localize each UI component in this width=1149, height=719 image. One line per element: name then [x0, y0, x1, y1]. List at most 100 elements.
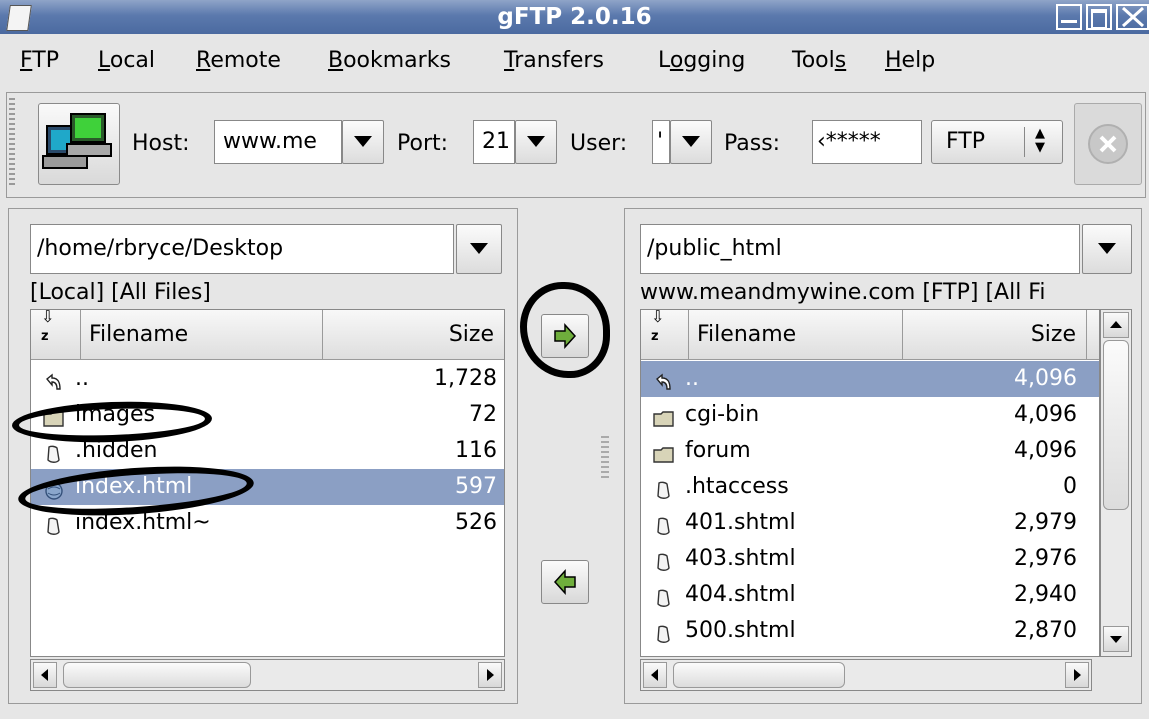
scroll-left-icon[interactable]	[33, 662, 57, 688]
scroll-right-icon[interactable]	[478, 662, 502, 688]
menu-transfers[interactable]: Transfers	[504, 48, 604, 73]
scroll-left-icon[interactable]	[643, 662, 667, 688]
file-name: 404.shtml	[685, 582, 796, 607]
sort-order-button[interactable]: ⇩ z	[31, 310, 81, 360]
file-name: ..	[75, 366, 89, 391]
file-icon	[653, 513, 673, 535]
menu-remote[interactable]: Remote	[196, 48, 281, 73]
remote-vertical-scrollbar[interactable]	[1100, 309, 1132, 657]
user-history-dropdown[interactable]	[670, 120, 712, 164]
menu-help[interactable]: Help	[885, 48, 935, 73]
file-name: 500.shtml	[685, 618, 796, 643]
file-size: 2,940	[1014, 582, 1077, 607]
file-row[interactable]: 403.shtml 2,976	[641, 541, 1099, 577]
remote-size-header[interactable]: Size	[903, 310, 1087, 360]
minimize-button[interactable]	[1056, 4, 1082, 30]
file-row[interactable]: 500.shtml 2,870	[641, 613, 1099, 649]
disconnect-button[interactable]	[1074, 103, 1142, 185]
menu-ftp[interactable]: FTP	[20, 48, 59, 73]
maximize-icon	[1091, 9, 1107, 29]
scroll-thumb[interactable]	[63, 662, 251, 688]
file-size: 72	[469, 402, 497, 427]
file-icon	[653, 549, 673, 571]
file-size: 4,096	[1014, 402, 1077, 427]
file-size: 2,976	[1014, 546, 1077, 571]
scroll-right-icon[interactable]	[1065, 662, 1089, 688]
chevron-down-icon	[527, 136, 545, 147]
file-name: forum	[685, 438, 751, 463]
host-history-dropdown[interactable]	[342, 120, 384, 164]
pane-splitter[interactable]	[601, 436, 609, 480]
local-path-field[interactable]: /home/rbryce/Desktop	[30, 224, 454, 274]
remote-filename-header[interactable]: Filename	[689, 310, 903, 360]
file-icon	[43, 513, 63, 535]
file-size: 597	[455, 474, 497, 499]
close-icon	[1121, 6, 1144, 28]
file-icon	[653, 585, 673, 607]
folder-icon	[653, 405, 674, 427]
local-horizontal-scrollbar[interactable]	[30, 659, 505, 691]
file-row[interactable]: cgi-bin 4,096	[641, 397, 1099, 433]
remote-path-field[interactable]: /public_html	[640, 224, 1080, 274]
protocol-value: FTP	[946, 129, 985, 154]
chevron-down-icon	[1098, 243, 1116, 254]
scroll-up-icon[interactable]	[1103, 312, 1129, 338]
up-dir-icon	[43, 369, 63, 390]
remote-horizontal-scrollbar[interactable]	[640, 659, 1092, 691]
port-field[interactable]: 21	[473, 120, 515, 164]
download-button[interactable]	[541, 560, 589, 604]
host-field[interactable]: www.me	[214, 120, 342, 164]
scroll-thumb[interactable]	[1103, 340, 1129, 510]
menu-logging[interactable]: Logging	[658, 48, 745, 73]
connect-button[interactable]	[38, 103, 120, 185]
file-name: 401.shtml	[685, 510, 796, 535]
chevron-down-icon	[470, 243, 488, 254]
toolbar-grip[interactable]	[9, 98, 15, 188]
arrow-left-icon	[553, 569, 576, 595]
file-size: 1,728	[434, 366, 497, 391]
folder-icon	[653, 441, 674, 463]
file-name: 403.shtml	[685, 546, 796, 571]
window-title: gFTP 2.0.16	[497, 4, 652, 30]
local-filename-header[interactable]: Filename	[81, 310, 323, 360]
sort-order-button[interactable]: ⇩ z	[641, 310, 689, 360]
marker-circle-upload-button	[520, 282, 610, 378]
port-history-dropdown[interactable]	[515, 120, 557, 164]
local-size-header[interactable]: Size	[323, 310, 504, 360]
scroll-thumb[interactable]	[673, 662, 845, 688]
connect-computers-icon	[42, 113, 112, 169]
remote-status-label: www.meandmywine.com [FTP] [All Fi	[640, 280, 1046, 305]
file-size: 526	[455, 510, 497, 535]
scroll-down-icon[interactable]	[1103, 626, 1129, 652]
menu-tools[interactable]: Tools	[792, 48, 846, 73]
close-window-button[interactable]	[1116, 4, 1149, 30]
local-status-label: [Local] [All Files]	[30, 280, 211, 305]
remote-path-dropdown[interactable]	[1082, 224, 1132, 274]
host-label: Host:	[132, 131, 190, 156]
sort-icon: ⇩ z	[41, 309, 55, 344]
remote-extra-header[interactable]	[1087, 310, 1099, 360]
file-size: 116	[455, 438, 497, 463]
sort-icon: ⇩ z	[651, 309, 665, 344]
up-dir-icon	[653, 369, 673, 390]
file-row[interactable]: .htaccess 0	[641, 469, 1099, 505]
file-row[interactable]: forum 4,096	[641, 433, 1099, 469]
file-icon	[653, 477, 673, 499]
menu-bookmarks[interactable]: Bookmarks	[328, 48, 451, 73]
user-field[interactable]: '	[652, 120, 670, 164]
port-label: Port:	[397, 131, 449, 156]
file-name: cgi-bin	[685, 402, 760, 427]
file-row[interactable]: ..1,728rb	[31, 361, 504, 397]
chevron-down-icon	[354, 136, 372, 147]
file-row[interactable]: .. 4,096	[641, 361, 1099, 397]
menu-local[interactable]: Local	[98, 48, 155, 73]
file-name: .htaccess	[685, 474, 789, 499]
remote-file-list[interactable]: ⇩ z Filename Size .. 4,096 cgi-bin 4,096 foru…	[640, 309, 1100, 657]
file-row[interactable]: 404.shtml 2,940	[641, 577, 1099, 613]
local-path-dropdown[interactable]	[456, 224, 502, 274]
maximize-button[interactable]	[1086, 4, 1112, 30]
protocol-select[interactable]: FTP ▲ ▼	[931, 120, 1063, 164]
password-field[interactable]: ‹*****	[812, 120, 922, 164]
file-row[interactable]: 401.shtml 2,979	[641, 505, 1099, 541]
minimize-icon	[1061, 20, 1077, 23]
